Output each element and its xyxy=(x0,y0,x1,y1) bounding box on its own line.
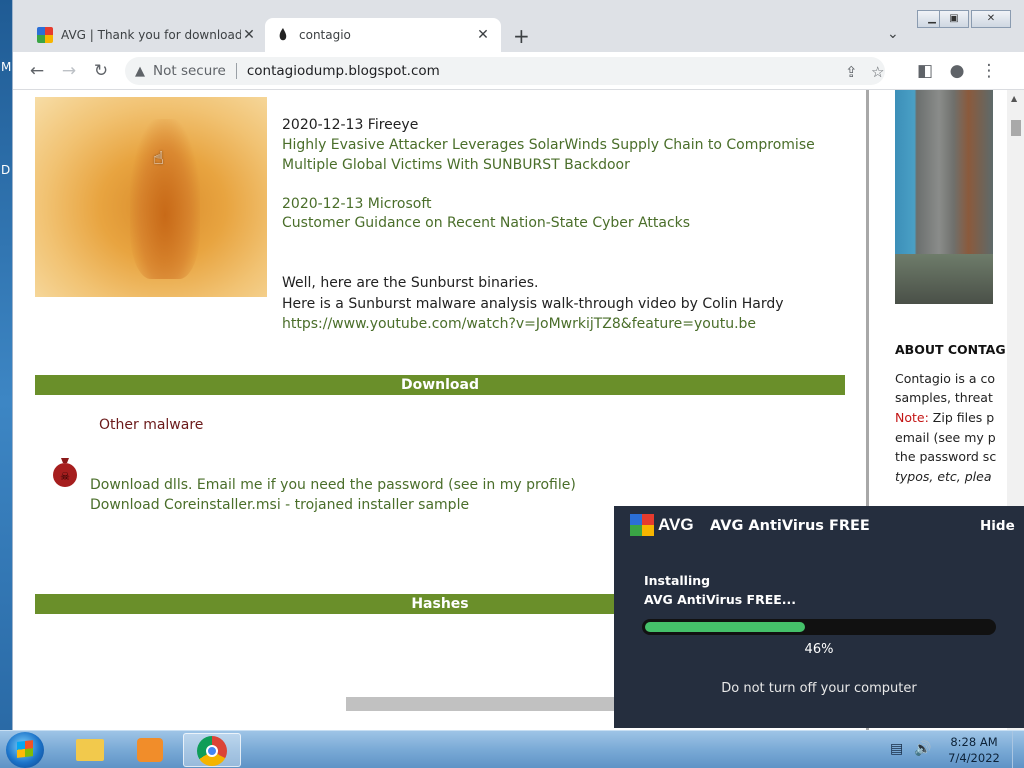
tab-search-icon[interactable]: ⌄ xyxy=(887,26,899,42)
install-status: Installing xyxy=(644,573,711,588)
tab-avg[interactable]: AVG | Thank you for downloading ✕ xyxy=(27,18,267,52)
new-tab-button[interactable]: + xyxy=(513,24,530,48)
forward-arrow-icon[interactable]: → xyxy=(57,60,81,82)
sidebar-heading: ABOUT CONTAG xyxy=(895,342,1006,357)
folder-icon xyxy=(76,739,104,761)
show-desktop-button[interactable] xyxy=(1012,731,1024,768)
back-arrow-icon[interactable]: ← xyxy=(25,60,49,82)
security-label[interactable]: Not secure xyxy=(153,63,226,79)
tab-label: AVG | Thank you for downloading xyxy=(61,28,241,42)
scroll-thumb[interactable] xyxy=(1011,120,1021,136)
sidebar-note: Note: Zip files p xyxy=(895,410,994,425)
tab-label: contagio xyxy=(299,28,351,42)
profile-avatar-icon[interactable]: ● xyxy=(945,60,969,82)
share-icon[interactable]: ⇪ xyxy=(845,63,858,81)
progress-bar xyxy=(642,619,996,635)
avg-logo-text: AVG xyxy=(658,515,694,534)
scroll-up-arrow-icon[interactable]: ▲ xyxy=(1011,94,1017,103)
browser-toolbar: ← → ↻ ▲ Not secure contagiodump.blogspot… xyxy=(13,52,1024,90)
install-product: AVG AntiVirus FREE... xyxy=(644,592,797,607)
maximize-button[interactable]: ▣ xyxy=(939,10,969,28)
sidebar-text: the password sc xyxy=(895,449,997,464)
sidebar-text: email (see my p xyxy=(895,430,996,445)
install-message: Do not turn off your computer xyxy=(721,681,917,696)
avg-install-popup: AVG AVG AntiVirus FREE Hide Installing A… xyxy=(614,506,1024,728)
avg-logo-icon xyxy=(630,514,654,536)
desktop-background: M D xyxy=(0,0,12,730)
tab-strip: AVG | Thank you for downloading ✕ contag… xyxy=(13,0,1024,52)
mouse-cursor-icon: ☝ xyxy=(153,148,164,169)
download-msi-link[interactable]: Download Coreinstaller.msi - trojaned in… xyxy=(90,495,469,515)
progress-percent: 46% xyxy=(804,642,834,657)
download-dlls-link[interactable]: Download dlls. Email me if you need the … xyxy=(90,475,576,495)
desktop-icon-label[interactable]: M xyxy=(1,60,11,74)
avg-icon xyxy=(37,27,53,43)
start-button[interactable] xyxy=(6,732,44,768)
taskbar-chrome[interactable] xyxy=(183,733,241,767)
hand-silhouette xyxy=(130,119,200,279)
close-window-button[interactable]: ✕ xyxy=(971,10,1011,28)
sidebar-text: Contagio is a co xyxy=(895,371,995,386)
media-player-icon xyxy=(137,738,163,762)
windows-logo-icon xyxy=(17,740,33,758)
bookmark-star-icon[interactable]: ☆ xyxy=(871,63,884,81)
url-text[interactable]: contagiodump.blogspot.com xyxy=(247,63,440,79)
entry-link[interactable]: Customer Guidance on Recent Nation-State… xyxy=(282,213,690,233)
network-icon[interactable]: ▤ xyxy=(890,741,903,757)
close-tab-icon[interactable]: ✕ xyxy=(475,27,491,43)
menu-kebab-icon[interactable]: ⋮ xyxy=(977,60,1001,82)
intro-text: Here is a Sunburst malware analysis walk… xyxy=(282,296,784,312)
contagio-icon xyxy=(275,27,291,43)
download-heading: Download xyxy=(35,375,845,395)
entry-title[interactable]: 2020-12-13 Microsoft xyxy=(282,194,432,214)
taskbar-media-player[interactable] xyxy=(121,733,179,767)
sidebar-text: samples, threat xyxy=(895,390,993,405)
entry-link[interactable]: Multiple Global Victims With SUNBURST Ba… xyxy=(282,155,630,175)
progress-fill xyxy=(645,622,806,632)
clock-date: 7/4/2022 xyxy=(948,751,1000,765)
entry-title: 2020-12-13 Fireeye xyxy=(282,117,419,133)
svg-text:☠: ☠ xyxy=(60,470,70,483)
side-panel-icon[interactable]: ◧ xyxy=(913,60,937,82)
taskbar-explorer[interactable] xyxy=(60,733,118,767)
clock-time: 8:28 AM xyxy=(950,735,998,749)
desktop-icon-label[interactable]: D xyxy=(1,163,10,177)
post-image xyxy=(35,97,267,297)
tab-contagio[interactable]: contagio ✕ xyxy=(265,18,501,52)
sidebar-image xyxy=(895,90,993,304)
system-clock[interactable]: 8:28 AM 7/4/2022 xyxy=(944,734,1004,766)
sidebar-text: typos, etc, plea xyxy=(895,469,992,484)
malware-bag-icon: ☠ xyxy=(51,454,79,488)
taskbar: ▤ 🔊 8:28 AM 7/4/2022 xyxy=(0,730,1024,768)
volume-icon[interactable]: 🔊 xyxy=(914,741,931,757)
reload-icon[interactable]: ↻ xyxy=(89,60,113,82)
popup-title: AVG AntiVirus FREE xyxy=(710,518,870,534)
hide-button[interactable]: Hide xyxy=(980,518,1015,534)
close-tab-icon[interactable]: ✕ xyxy=(241,27,257,43)
horizontal-scrollbar[interactable] xyxy=(346,697,636,711)
other-malware-link[interactable]: Other malware xyxy=(99,415,203,435)
entry-link[interactable]: Highly Evasive Attacker Leverages SolarW… xyxy=(282,135,815,155)
address-bar[interactable]: ▲ Not secure contagiodump.blogspot.com ⇪… xyxy=(125,57,885,85)
video-link[interactable]: https://www.youtube.com/watch?v=JoMwrkij… xyxy=(282,314,756,334)
warning-icon[interactable]: ▲ xyxy=(135,64,145,79)
omnibox-separator xyxy=(235,63,237,79)
note-label: Note: xyxy=(895,410,929,425)
note-text: Zip files p xyxy=(928,410,995,425)
chrome-icon xyxy=(197,736,227,766)
intro-text: Well, here are the Sunburst binaries. xyxy=(282,275,539,291)
avg-logo: AVG xyxy=(630,514,694,536)
